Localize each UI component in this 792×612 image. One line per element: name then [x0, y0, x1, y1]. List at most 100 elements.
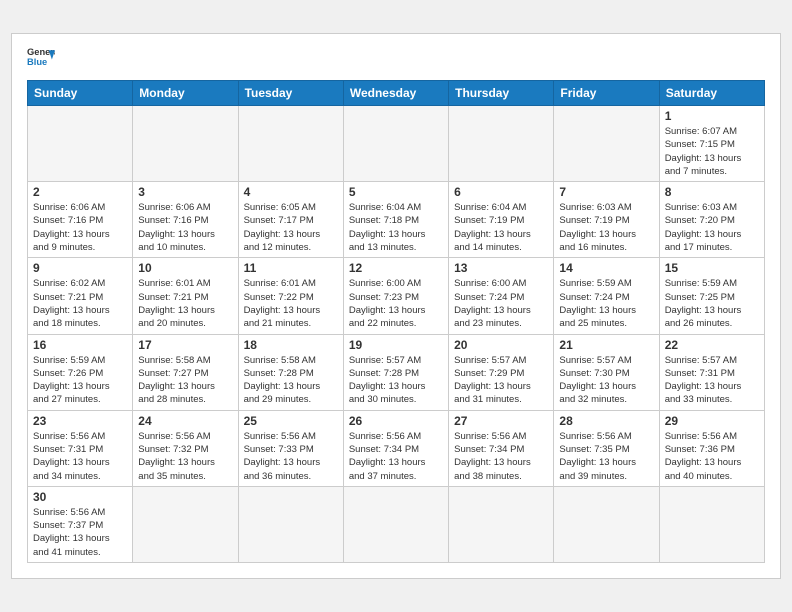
day-number: 2: [33, 185, 127, 199]
day-info: Sunrise: 6:00 AM Sunset: 7:24 PM Dayligh…: [454, 277, 548, 330]
day-info: Sunrise: 5:56 AM Sunset: 7:31 PM Dayligh…: [33, 430, 127, 483]
calendar-cell: [238, 105, 343, 181]
day-number: 22: [665, 338, 759, 352]
calendar-cell: 5Sunrise: 6:04 AM Sunset: 7:18 PM Daylig…: [343, 182, 448, 258]
day-info: Sunrise: 5:58 AM Sunset: 7:28 PM Dayligh…: [244, 354, 338, 407]
calendar-cell: [133, 486, 238, 562]
day-number: 11: [244, 261, 338, 275]
day-number: 12: [349, 261, 443, 275]
day-number: 23: [33, 414, 127, 428]
calendar-cell: [554, 486, 659, 562]
header-area: General Blue: [27, 44, 765, 72]
calendar-cell: 13 Sunrise: 6:00 AM Sunset: 7:24 PM Dayli…: [449, 258, 554, 334]
week-row-1: 1Sunrise: 6:07 AM Sunset: 7:15 PM Daylig…: [28, 105, 765, 181]
day-info: Sunrise: 5:57 AM Sunset: 7:30 PM Dayligh…: [559, 354, 653, 407]
day-info: Sunrise: 6:06 AM Sunset: 7:16 PM Dayligh…: [33, 201, 127, 254]
day-number: 5: [349, 185, 443, 199]
day-info: Sunrise: 5:56 AM Sunset: 7:33 PM Dayligh…: [244, 430, 338, 483]
weekday-header-saturday: Saturday: [659, 80, 764, 105]
calendar-container: General Blue SundayMondayTuesdayWednesda…: [11, 33, 781, 579]
calendar-cell: [343, 105, 448, 181]
day-number: 15: [665, 261, 759, 275]
calendar-cell: 23 Sunrise: 5:56 AM Sunset: 7:31 PM Dayli…: [28, 410, 133, 486]
svg-text:Blue: Blue: [27, 57, 47, 67]
day-number: 20: [454, 338, 548, 352]
calendar-cell: [659, 486, 764, 562]
day-number: 14: [559, 261, 653, 275]
calendar-cell: 10 Sunrise: 6:01 AM Sunset: 7:21 PM Dayli…: [133, 258, 238, 334]
day-number: 17: [138, 338, 232, 352]
day-info: Sunrise: 5:58 AM Sunset: 7:27 PM Dayligh…: [138, 354, 232, 407]
day-info: Sunrise: 5:59 AM Sunset: 7:25 PM Dayligh…: [665, 277, 759, 330]
calendar-cell: 28 Sunrise: 5:56 AM Sunset: 7:35 PM Dayli…: [554, 410, 659, 486]
calendar-cell: 17 Sunrise: 5:58 AM Sunset: 7:27 PM Dayli…: [133, 334, 238, 410]
calendar-cell: 21 Sunrise: 5:57 AM Sunset: 7:30 PM Dayli…: [554, 334, 659, 410]
day-info: Sunrise: 5:56 AM Sunset: 7:35 PM Dayligh…: [559, 430, 653, 483]
calendar-cell: 7Sunrise: 6:03 AM Sunset: 7:19 PM Daylig…: [554, 182, 659, 258]
day-number: 27: [454, 414, 548, 428]
calendar-cell: 16 Sunrise: 5:59 AM Sunset: 7:26 PM Dayli…: [28, 334, 133, 410]
day-info: Sunrise: 6:03 AM Sunset: 7:20 PM Dayligh…: [665, 201, 759, 254]
calendar-cell: [28, 105, 133, 181]
calendar-cell: 20 Sunrise: 5:57 AM Sunset: 7:29 PM Dayli…: [449, 334, 554, 410]
day-number: 16: [33, 338, 127, 352]
day-info: Sunrise: 5:57 AM Sunset: 7:28 PM Dayligh…: [349, 354, 443, 407]
calendar-cell: 14 Sunrise: 5:59 AM Sunset: 7:24 PM Dayli…: [554, 258, 659, 334]
day-number: 19: [349, 338, 443, 352]
day-info: Sunrise: 5:56 AM Sunset: 7:36 PM Dayligh…: [665, 430, 759, 483]
day-number: 6: [454, 185, 548, 199]
calendar-cell: 8 Sunrise: 6:03 AM Sunset: 7:20 PM Daylig…: [659, 182, 764, 258]
day-number: 29: [665, 414, 759, 428]
day-info: Sunrise: 6:04 AM Sunset: 7:19 PM Dayligh…: [454, 201, 548, 254]
generalblue-logo-icon: General Blue: [27, 44, 55, 72]
calendar-cell: 3Sunrise: 6:06 AM Sunset: 7:16 PM Daylig…: [133, 182, 238, 258]
calendar-cell: 15 Sunrise: 5:59 AM Sunset: 7:25 PM Dayli…: [659, 258, 764, 334]
day-info: Sunrise: 5:57 AM Sunset: 7:29 PM Dayligh…: [454, 354, 548, 407]
day-number: 4: [244, 185, 338, 199]
day-info: Sunrise: 5:56 AM Sunset: 7:32 PM Dayligh…: [138, 430, 232, 483]
day-info: Sunrise: 6:00 AM Sunset: 7:23 PM Dayligh…: [349, 277, 443, 330]
day-number: 26: [349, 414, 443, 428]
day-number: 28: [559, 414, 653, 428]
calendar-cell: [343, 486, 448, 562]
day-info: Sunrise: 6:01 AM Sunset: 7:21 PM Dayligh…: [138, 277, 232, 330]
weekday-header-wednesday: Wednesday: [343, 80, 448, 105]
calendar-cell: 6 Sunrise: 6:04 AM Sunset: 7:19 PM Daylig…: [449, 182, 554, 258]
calendar-cell: 26Sunrise: 5:56 AM Sunset: 7:34 PM Dayli…: [343, 410, 448, 486]
calendar-cell: 9Sunrise: 6:02 AM Sunset: 7:21 PM Daylig…: [28, 258, 133, 334]
weekday-header-monday: Monday: [133, 80, 238, 105]
day-number: 7: [559, 185, 653, 199]
weekday-header-tuesday: Tuesday: [238, 80, 343, 105]
week-row-4: 16 Sunrise: 5:59 AM Sunset: 7:26 PM Dayli…: [28, 334, 765, 410]
day-info: Sunrise: 6:07 AM Sunset: 7:15 PM Dayligh…: [665, 125, 759, 178]
day-info: Sunrise: 5:59 AM Sunset: 7:26 PM Dayligh…: [33, 354, 127, 407]
calendar-cell: [449, 486, 554, 562]
day-info: Sunrise: 6:01 AM Sunset: 7:22 PM Dayligh…: [244, 277, 338, 330]
day-number: 3: [138, 185, 232, 199]
weekday-header-thursday: Thursday: [449, 80, 554, 105]
day-info: Sunrise: 5:56 AM Sunset: 7:37 PM Dayligh…: [33, 506, 127, 559]
day-number: 25: [244, 414, 338, 428]
calendar-cell: 4 Sunrise: 6:05 AM Sunset: 7:17 PM Daylig…: [238, 182, 343, 258]
calendar-cell: 11 Sunrise: 6:01 AM Sunset: 7:22 PM Dayli…: [238, 258, 343, 334]
day-number: 21: [559, 338, 653, 352]
calendar-cell: 12 Sunrise: 6:00 AM Sunset: 7:23 PM Dayli…: [343, 258, 448, 334]
week-row-2: 2 Sunrise: 6:06 AM Sunset: 7:16 PM Daylig…: [28, 182, 765, 258]
day-number: 8: [665, 185, 759, 199]
calendar-cell: [238, 486, 343, 562]
calendar-cell: 24Sunrise: 5:56 AM Sunset: 7:32 PM Dayli…: [133, 410, 238, 486]
week-row-5: 23 Sunrise: 5:56 AM Sunset: 7:31 PM Dayli…: [28, 410, 765, 486]
calendar-cell: 18Sunrise: 5:58 AM Sunset: 7:28 PM Dayli…: [238, 334, 343, 410]
weekday-header-sunday: Sunday: [28, 80, 133, 105]
calendar-cell: 1Sunrise: 6:07 AM Sunset: 7:15 PM Daylig…: [659, 105, 764, 181]
day-number: 10: [138, 261, 232, 275]
calendar-cell: 30Sunrise: 5:56 AM Sunset: 7:37 PM Dayli…: [28, 486, 133, 562]
week-row-6: 30Sunrise: 5:56 AM Sunset: 7:37 PM Dayli…: [28, 486, 765, 562]
calendar-cell: [449, 105, 554, 181]
day-info: Sunrise: 6:05 AM Sunset: 7:17 PM Dayligh…: [244, 201, 338, 254]
calendar-cell: 19 Sunrise: 5:57 AM Sunset: 7:28 PM Dayli…: [343, 334, 448, 410]
day-info: Sunrise: 5:59 AM Sunset: 7:24 PM Dayligh…: [559, 277, 653, 330]
calendar-cell: 22Sunrise: 5:57 AM Sunset: 7:31 PM Dayli…: [659, 334, 764, 410]
day-number: 13: [454, 261, 548, 275]
calendar-cell: 25 Sunrise: 5:56 AM Sunset: 7:33 PM Dayli…: [238, 410, 343, 486]
